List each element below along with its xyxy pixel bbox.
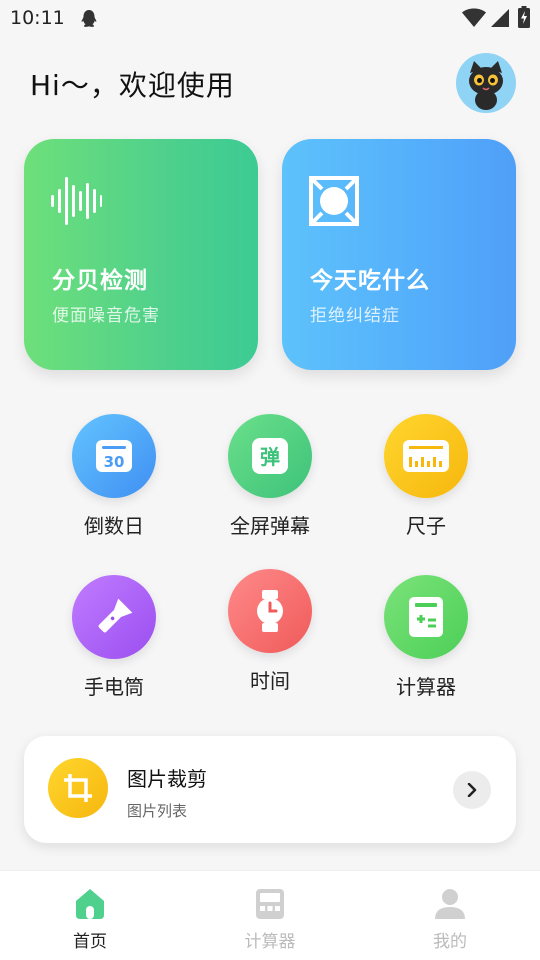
what-to-eat-card[interactable]: 今天吃什么 拒绝纠结症 xyxy=(282,139,516,370)
nav-home-label: 首页 xyxy=(73,932,107,952)
nav-me[interactable]: 我的 xyxy=(390,887,510,952)
tool-time[interactable]: 时间 xyxy=(200,569,340,694)
tool-danmaku-label: 全屏弹幕 xyxy=(230,514,310,538)
nav-calculator-label: 计算器 xyxy=(244,932,296,952)
user-icon xyxy=(435,889,465,919)
crop-card-title: 图片裁剪 xyxy=(127,767,207,791)
nav-home[interactable]: 首页 xyxy=(30,887,150,952)
flashlight-icon xyxy=(98,598,133,633)
greeting-text: Hi～，欢迎使用 xyxy=(30,69,235,102)
tool-calculator-label: 计算器 xyxy=(396,675,456,699)
battery-charging-icon xyxy=(518,6,530,28)
home-icon xyxy=(76,889,104,919)
tool-calculator[interactable]: 计算器 xyxy=(356,575,496,700)
countdown-icon-circle: 30 xyxy=(72,414,156,498)
tool-fullscreen-danmaku[interactable]: 弹 全屏弹幕 xyxy=(200,414,340,539)
ruler-icon xyxy=(403,440,449,472)
what-to-eat-card-title: 今天吃什么 xyxy=(310,268,430,294)
tool-ruler[interactable]: 尺子 xyxy=(356,414,496,539)
crop-arrow-button[interactable] xyxy=(453,771,491,809)
crop-icon-circle xyxy=(48,758,108,818)
bottom-navigation: 首页 计算器 我的 xyxy=(0,870,540,960)
calendar-30-text: 30 xyxy=(104,453,125,471)
status-bar: 10:11 xyxy=(0,0,540,38)
decibel-card[interactable]: 分贝检测 便面噪音危害 xyxy=(24,139,258,370)
nav-me-label: 我的 xyxy=(433,932,467,952)
ruler-icon-circle xyxy=(384,414,468,498)
decibel-card-subtitle: 便面噪音危害 xyxy=(52,306,160,326)
tool-ruler-label: 尺子 xyxy=(406,514,446,538)
watch-icon xyxy=(257,590,283,632)
crop-card-subtitle: 图片列表 xyxy=(127,802,188,820)
danmaku-icon-circle: 弹 xyxy=(228,414,312,498)
calculator-icon xyxy=(409,597,443,637)
avatar[interactable] xyxy=(456,53,516,113)
calendar-30-icon: 30 xyxy=(96,440,132,472)
sound-wave-icon xyxy=(51,177,102,225)
what-to-eat-card-subtitle: 拒绝纠结症 xyxy=(310,306,400,326)
time-icon-circle xyxy=(228,569,312,653)
tool-flashlight[interactable]: 手电筒 xyxy=(44,575,184,700)
calculator-nav-icon xyxy=(256,889,284,919)
nav-calculator[interactable]: 计算器 xyxy=(210,887,330,952)
tool-countdown[interactable]: 30 倒数日 xyxy=(44,414,184,539)
food-box-icon xyxy=(309,176,359,226)
tool-time-label: 时间 xyxy=(250,669,290,693)
flashlight-icon-circle xyxy=(72,575,156,659)
tool-countdown-label: 倒数日 xyxy=(84,514,144,538)
image-crop-card[interactable]: 图片裁剪 图片列表 xyxy=(24,736,516,843)
cat-avatar-icon xyxy=(469,61,503,110)
signal-icon xyxy=(491,9,509,27)
status-time: 10:11 xyxy=(10,7,65,29)
tool-flashlight-label: 手电筒 xyxy=(84,675,144,699)
chevron-right-icon xyxy=(467,783,477,797)
calculator-icon-circle xyxy=(384,575,468,659)
decibel-card-title: 分贝检测 xyxy=(52,268,148,294)
qq-penguin-icon xyxy=(81,10,97,27)
danmaku-icon-text: 弹 xyxy=(260,445,280,469)
wifi-icon xyxy=(462,8,486,27)
crop-icon xyxy=(64,774,92,802)
danmaku-icon: 弹 xyxy=(252,438,288,474)
